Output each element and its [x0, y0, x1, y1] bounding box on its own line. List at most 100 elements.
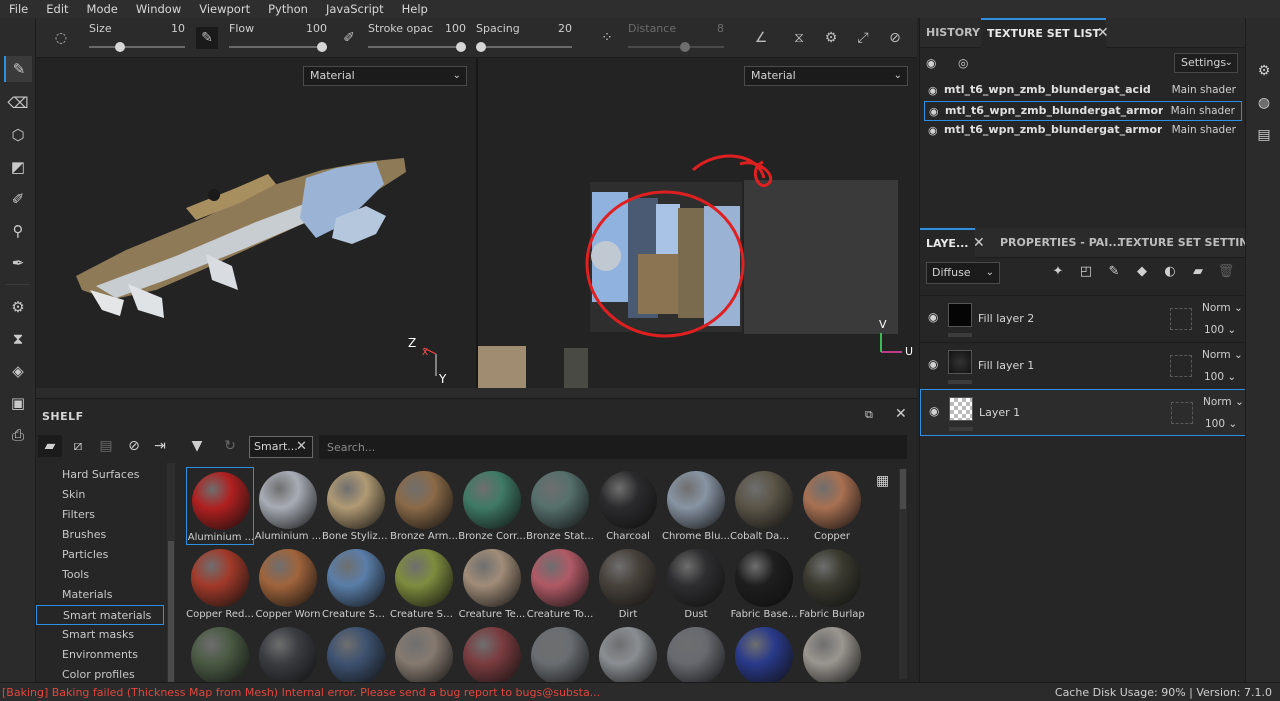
menu-file[interactable]: File: [0, 0, 37, 18]
distance-value[interactable]: 8: [717, 22, 724, 35]
material-tile[interactable]: Charcoal: [594, 467, 662, 545]
material-tile[interactable]: Aluminium ...: [254, 467, 322, 545]
resize-icon[interactable]: ⤢: [852, 27, 874, 49]
layer-visibility-eye-icon[interactable]: ◉: [928, 357, 938, 371]
layer-name[interactable]: Fill layer 1: [978, 359, 1034, 372]
settings-cog-icon[interactable]: ⚙: [820, 27, 842, 49]
size-value[interactable]: 10: [171, 22, 185, 35]
menu-edit[interactable]: Edit: [37, 0, 77, 18]
shelf-category-item[interactable]: Particles: [36, 545, 164, 565]
layer-blend-mode[interactable]: Norm ⌄: [1203, 396, 1244, 408]
close-layers-tab-icon[interactable]: ✕: [973, 228, 985, 258]
projection-icon[interactable]: ⬡: [4, 122, 32, 148]
history-icon[interactable]: ⧗: [4, 326, 32, 352]
tab-history[interactable]: HISTORY: [920, 18, 986, 48]
shelf-search-input[interactable]: [319, 435, 907, 459]
stroke-opacity-knob[interactable]: [456, 42, 466, 52]
grid-view-icon[interactable]: ▦: [876, 473, 889, 489]
add-smart-material-icon[interactable]: ◐: [1160, 264, 1180, 282]
menu-help[interactable]: Help: [393, 0, 437, 18]
log-icon[interactable]: ▤: [1253, 124, 1275, 146]
add-fill-layer-icon[interactable]: ◆: [1132, 264, 1152, 282]
materials-scroll-thumb[interactable]: [900, 469, 906, 509]
material-tile[interactable]: Dust: [662, 545, 730, 623]
display-settings-icon[interactable]: ◍: [1253, 92, 1275, 114]
smudge-icon[interactable]: ✐: [4, 186, 32, 212]
eraser-icon[interactable]: ⌫: [4, 90, 32, 116]
photoshop-icon[interactable]: ▣: [4, 390, 32, 416]
settings-dropdown[interactable]: Settings ⌄: [1174, 53, 1238, 73]
flow-value[interactable]: 100: [306, 22, 327, 35]
material-tile[interactable]: [254, 623, 322, 683]
layer-mask-slot[interactable]: [1170, 308, 1192, 330]
tab-layers[interactable]: LAYE...: [920, 228, 975, 258]
remove-filter-icon[interactable]: ✕: [296, 436, 307, 458]
layer-visibility-eye-icon[interactable]: ◉: [929, 404, 939, 418]
layer-mask-slot[interactable]: [1171, 402, 1193, 424]
material-tile[interactable]: Creature To...: [526, 545, 594, 623]
menu-mode[interactable]: Mode: [78, 0, 127, 18]
material-tile[interactable]: Fabric Base...: [730, 545, 798, 623]
layer-blend-mode[interactable]: Norm ⌄: [1202, 349, 1243, 361]
iray-icon[interactable]: ◈: [4, 358, 32, 384]
material-tile[interactable]: Creature Ski...: [322, 545, 390, 623]
size-slider[interactable]: Size 10: [89, 22, 185, 54]
material-tile[interactable]: [390, 623, 458, 683]
add-folder-icon[interactable]: ▰: [1188, 264, 1208, 282]
material-tile[interactable]: Copper: [798, 467, 866, 545]
material-tile[interactable]: [526, 623, 594, 683]
layer-name[interactable]: Layer 1: [979, 406, 1020, 419]
material-tile[interactable]: Creature Te...: [458, 545, 526, 623]
texture-set-shader[interactable]: Main shader: [1171, 105, 1235, 117]
new-shelf-icon[interactable]: ⧄: [66, 435, 90, 457]
shelf-category-item[interactable]: Brushes: [36, 525, 164, 545]
categories-scroll-thumb[interactable]: [168, 541, 174, 683]
layer-blend-mode[interactable]: Norm ⌄: [1202, 302, 1243, 314]
menu-javascript[interactable]: JavaScript: [317, 0, 393, 18]
menu-window[interactable]: Window: [127, 0, 190, 18]
material-tile[interactable]: [798, 623, 866, 683]
material-tile[interactable]: [322, 623, 390, 683]
material-tile[interactable]: Bronze Arm...: [390, 467, 458, 545]
material-tile[interactable]: Aluminium ...: [186, 467, 254, 545]
distance-slider[interactable]: Distance 8: [628, 22, 724, 54]
material-tile[interactable]: Copper Worn: [254, 545, 322, 623]
material-tile[interactable]: [730, 623, 798, 683]
shelf-category-item[interactable]: Hard Surfaces: [36, 465, 164, 485]
shelf-category-item[interactable]: Smart materials: [36, 605, 164, 625]
material-tile[interactable]: Chrome Blu...: [662, 467, 730, 545]
spacing-knob[interactable]: [476, 42, 486, 52]
filter-icon[interactable]: ▼: [185, 435, 209, 457]
menu-viewport[interactable]: Viewport: [190, 0, 259, 18]
lazy-mouse-icon[interactable]: ⁘: [596, 27, 618, 49]
delete-shelf-icon[interactable]: ▤: [94, 435, 118, 457]
visibility-eye-icon[interactable]: ◉: [929, 105, 939, 118]
add-effect-icon[interactable]: ✦: [1048, 264, 1068, 282]
material-tile[interactable]: [458, 623, 526, 683]
texture-set-shader[interactable]: Main shader: [1172, 84, 1236, 96]
flow-slider-knob[interactable]: [317, 42, 327, 52]
layer-row[interactable]: ◉ Fill layer 2 Norm ⌄ 100 ⌄: [920, 295, 1246, 342]
delete-layer-icon[interactable]: 🗑: [1216, 264, 1236, 282]
size-slider-knob[interactable]: [115, 42, 125, 52]
tab-texture-set-list[interactable]: TEXTURE SET LIST: [981, 18, 1107, 48]
angle-icon[interactable]: ∠: [750, 27, 772, 49]
layer-row[interactable]: ◉ Fill layer 1 Norm ⌄ 100 ⌄: [920, 342, 1246, 389]
alpha-icon[interactable]: ✎: [196, 27, 218, 49]
hide-mask-icon[interactable]: ⊘: [884, 27, 906, 49]
bake-icon[interactable]: ⚙: [4, 294, 32, 320]
polygon-fill-icon[interactable]: ◩: [4, 154, 32, 180]
pen-pressure-icon[interactable]: ✐: [338, 27, 360, 49]
stroke-opacity-slider[interactable]: Stroke opac 100: [368, 22, 466, 54]
brush-shape-icon[interactable]: ◌: [50, 27, 72, 49]
layer-name[interactable]: Fill layer 2: [978, 312, 1034, 325]
color-picker-icon[interactable]: ✒: [4, 250, 32, 276]
material-tile[interactable]: Creature Ski...: [390, 545, 458, 623]
shelf-category-item[interactable]: Environments: [36, 645, 164, 665]
texture-set-row[interactable]: ◉ mtl_t6_wpn_zmb_blundergat_armor Main sha…: [924, 101, 1242, 121]
stroke-opacity-value[interactable]: 100: [445, 22, 466, 35]
material-tile[interactable]: Copper Red...: [186, 545, 254, 623]
hide-icon[interactable]: ⊘: [122, 435, 146, 457]
material-tile[interactable]: Fabric Burlap: [798, 545, 866, 623]
material-tile[interactable]: Bronze Corr...: [458, 467, 526, 545]
